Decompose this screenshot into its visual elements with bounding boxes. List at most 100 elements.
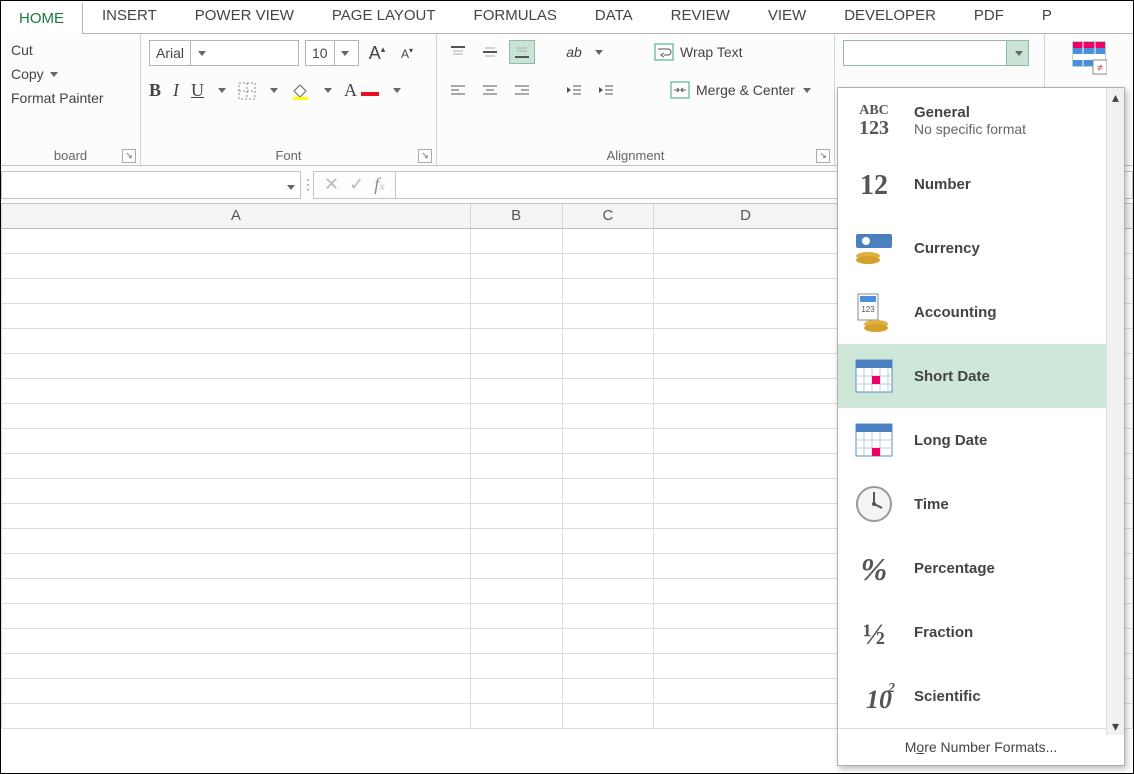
cell[interactable] [2,379,471,403]
chevron-down-icon[interactable] [218,88,226,93]
cell[interactable] [471,404,563,428]
cell[interactable] [2,329,471,353]
cell[interactable] [471,679,563,703]
scroll-down-icon[interactable]: ▾ [1107,717,1124,735]
copy-button[interactable]: Copy [9,64,132,84]
cell[interactable] [563,479,655,503]
cell[interactable] [2,579,471,603]
chevron-down-icon[interactable] [393,88,401,93]
cell[interactable] [2,529,471,553]
column-header-B[interactable]: B [471,204,563,228]
tab-p[interactable]: P [1023,1,1071,33]
cell[interactable] [471,329,563,353]
cell[interactable] [471,429,563,453]
cell[interactable] [654,654,838,678]
cell[interactable] [563,429,655,453]
cell[interactable] [654,679,838,703]
tab-view[interactable]: VIEW [749,1,825,33]
number-format-number[interactable]: 12Number [838,152,1124,216]
chevron-down-icon[interactable] [190,41,210,65]
enter-formula-button[interactable]: ✓ [349,174,364,195]
cell[interactable] [471,504,563,528]
cell[interactable] [563,579,655,603]
dialog-launcher-icon[interactable]: ↘ [122,149,136,163]
cell[interactable] [471,279,563,303]
cell[interactable] [2,354,471,378]
number-format-general[interactable]: ABC123GeneralNo specific format [838,88,1124,152]
cell[interactable] [2,704,471,728]
insert-function-button[interactable]: fx [374,174,384,195]
cell[interactable] [563,379,655,403]
cell[interactable] [2,279,471,303]
tab-insert[interactable]: INSERT [83,1,176,33]
align-left-button[interactable] [445,78,471,102]
cell[interactable] [471,304,563,328]
column-header-A[interactable]: A [2,204,471,228]
cell[interactable] [2,479,471,503]
conditional-formatting-button[interactable]: ≠ [1071,40,1107,76]
cell[interactable] [471,454,563,478]
cell[interactable] [654,279,838,303]
cell[interactable] [563,529,655,553]
borders-button[interactable] [238,82,256,100]
cell[interactable] [471,579,563,603]
cell[interactable] [471,704,563,728]
cell[interactable] [2,629,471,653]
cell[interactable] [563,329,655,353]
cell[interactable] [471,354,563,378]
tab-formulas[interactable]: FORMULAS [455,1,576,33]
wrap-text-button[interactable]: Wrap Text [645,40,752,64]
cell[interactable] [563,704,655,728]
number-format-time[interactable]: Time [838,472,1124,536]
cell[interactable] [654,529,838,553]
underline-button[interactable]: U [191,80,204,101]
font-name-combo[interactable]: Arial [149,40,299,66]
cell[interactable] [654,579,838,603]
cell[interactable] [471,654,563,678]
tab-developer[interactable]: DEVELOPER [825,1,955,33]
name-box[interactable] [1,171,301,199]
number-format-fraction[interactable]: ½Fraction [838,600,1124,664]
cell[interactable] [654,554,838,578]
dialog-launcher-icon[interactable]: ↘ [816,149,830,163]
align-middle-button[interactable] [477,40,503,64]
fill-color-button[interactable] [290,81,310,101]
number-format-scientific[interactable]: 102Scientific [838,664,1124,728]
cell[interactable] [471,479,563,503]
cell[interactable] [563,454,655,478]
increase-font-button[interactable]: A▴ [365,41,389,65]
cell[interactable] [563,604,655,628]
cell[interactable] [2,654,471,678]
cell[interactable] [2,429,471,453]
chevron-down-icon[interactable] [270,88,278,93]
cell[interactable] [2,604,471,628]
cell[interactable] [2,254,471,278]
cell[interactable] [563,629,655,653]
cell[interactable] [563,504,655,528]
cell[interactable] [654,329,838,353]
column-header-D[interactable]: D [654,204,838,228]
more-number-formats-button[interactable]: More Number Formats... [838,728,1124,765]
chevron-down-icon[interactable] [324,88,332,93]
dropdown-scrollbar[interactable]: ▴ ▾ [1106,88,1124,735]
cell[interactable] [563,404,655,428]
cell[interactable] [471,229,563,253]
chevron-down-icon[interactable] [1006,41,1028,65]
cell[interactable] [471,604,563,628]
align-right-button[interactable] [509,78,535,102]
dialog-launcher-icon[interactable]: ↘ [418,149,432,163]
column-header-C[interactable]: C [563,204,655,228]
cell[interactable] [654,229,838,253]
chevron-down-icon[interactable] [334,41,354,65]
cell[interactable] [654,379,838,403]
cell[interactable] [2,554,471,578]
increase-indent-button[interactable] [593,78,619,102]
cell[interactable] [563,354,655,378]
number-format-currency[interactable]: Currency [838,216,1124,280]
cell[interactable] [2,404,471,428]
number-format-combo[interactable] [843,40,1029,66]
merge-center-button[interactable]: Merge & Center [661,78,820,102]
tab-pdf[interactable]: PDF [955,1,1023,33]
tab-page-layout[interactable]: PAGE LAYOUT [313,1,455,33]
cell[interactable] [563,304,655,328]
